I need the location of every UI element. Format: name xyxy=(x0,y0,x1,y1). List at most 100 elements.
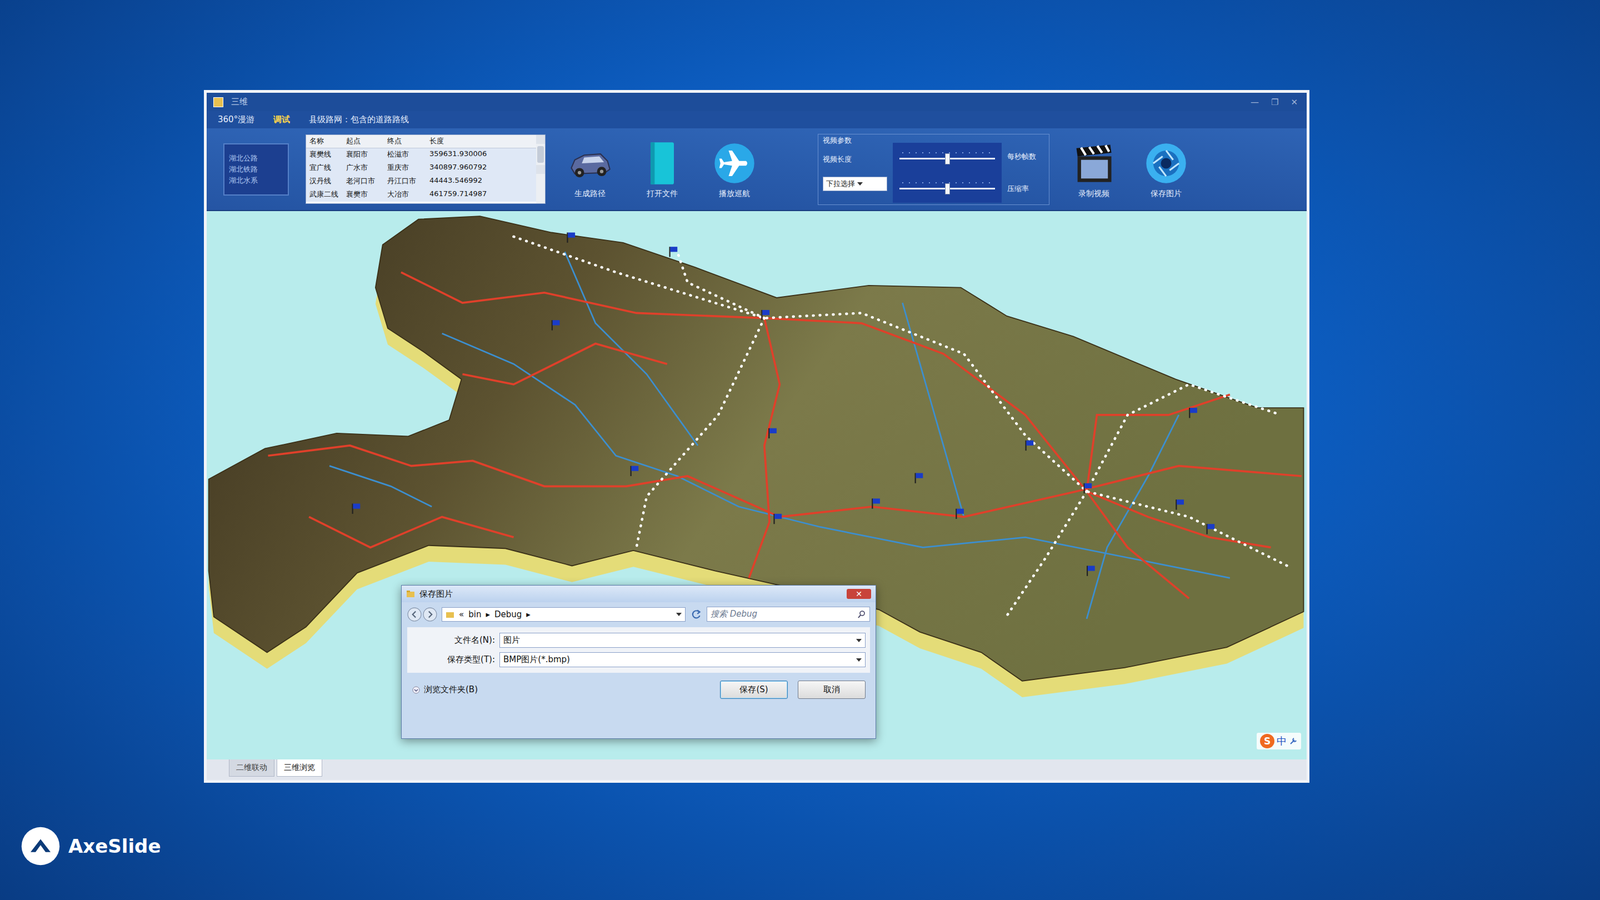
video-params-group: 视频参数 视频长度 下拉选择 每秒帧数压缩率 xyxy=(817,133,1050,205)
table-header[interactable]: 名称 xyxy=(306,135,343,149)
tool-button[interactable]: 保存图片 xyxy=(1138,140,1194,199)
layer-item[interactable]: 湖北公路 xyxy=(228,153,284,164)
slider-label: 每秒帧数 xyxy=(1007,151,1037,162)
scrollbar[interactable] xyxy=(536,135,545,204)
chevron-down-icon xyxy=(856,638,862,643)
window-title: 三维 xyxy=(231,96,248,108)
table-cell[interactable]: 汉丹线 xyxy=(306,175,343,189)
table-cell[interactable]: 松滋市 xyxy=(383,148,427,162)
window-control[interactable]: ✕ xyxy=(1288,97,1300,108)
table-cell[interactable]: 大冶市 xyxy=(383,188,427,202)
menu-item[interactable]: 调试 xyxy=(273,114,290,125)
map-flag-icon[interactable] xyxy=(551,320,560,330)
layer-item[interactable]: 湖北水系 xyxy=(228,175,284,186)
search-field[interactable]: 搜索 Debug xyxy=(706,606,870,622)
menu-item[interactable]: 县级路网：包含的道路路线 xyxy=(308,114,409,125)
map-flag-icon[interactable] xyxy=(669,246,678,257)
aperture-icon xyxy=(1142,140,1190,187)
tool-button[interactable]: 播放巡航 xyxy=(706,140,763,199)
group-title: 视频参数 xyxy=(822,135,852,146)
map-flag-icon[interactable] xyxy=(1025,440,1034,451)
map-flag-icon[interactable] xyxy=(352,503,361,514)
table-cell[interactable]: 广水市 xyxy=(342,161,384,175)
tool-button[interactable]: 录制视频 xyxy=(1066,140,1122,199)
table-cell[interactable]: 461759.714987 xyxy=(426,188,537,202)
dialog-title: 保存图片 xyxy=(419,588,453,600)
layer-list[interactable]: 湖北公路湖北铁路湖北水系 xyxy=(223,143,289,196)
map-flag-icon[interactable] xyxy=(1083,483,1092,494)
map-flag-icon[interactable] xyxy=(955,508,964,519)
map-flag-icon[interactable] xyxy=(1175,499,1184,510)
table-cell[interactable]: 襄阳市 xyxy=(342,148,384,162)
ime-indicator[interactable]: S 中 xyxy=(1256,732,1302,750)
folder-icon xyxy=(406,589,415,599)
tool-button[interactable]: 打开文件 xyxy=(634,140,690,199)
dialog-button[interactable]: 保存(S) xyxy=(720,680,788,699)
table-cell[interactable]: 359631.930006 xyxy=(426,148,537,162)
view-tab[interactable]: 三维浏览 xyxy=(276,759,323,777)
map-flag-icon[interactable] xyxy=(566,232,575,243)
map-flag-icon[interactable] xyxy=(1086,565,1095,576)
map-view[interactable]: 保存图片 ✕ «bin▸Debug▸ 搜索 Debug 文件名(N): 图片 保… xyxy=(206,211,1307,760)
table-cell[interactable]: 老河口市 xyxy=(342,175,384,189)
title-bar: 三维 — ❐ ✕ xyxy=(206,92,1307,112)
path-field[interactable]: «bin▸Debug▸ xyxy=(441,607,686,622)
view-tabs: 二维联动三维浏览 xyxy=(206,759,1307,780)
field-input[interactable]: 图片 xyxy=(499,632,866,648)
forward-icon[interactable] xyxy=(422,607,438,622)
table-cell[interactable]: 44443.546992 xyxy=(426,175,537,189)
window-control[interactable]: ❐ xyxy=(1268,97,1281,108)
table-cell[interactable]: 340897.960792 xyxy=(426,161,537,175)
map-flag-icon[interactable] xyxy=(1188,407,1198,418)
map-flag-icon[interactable] xyxy=(1206,523,1215,534)
dialog-button[interactable]: 取消 xyxy=(797,680,866,699)
airplane-icon xyxy=(711,140,758,187)
field-label: 保存类型(T): xyxy=(411,654,495,665)
chevron-down-icon xyxy=(857,182,863,186)
map-flag-icon[interactable] xyxy=(768,428,777,439)
view-tab[interactable]: 二维联动 xyxy=(228,759,275,777)
clapperboard-icon xyxy=(1070,140,1118,187)
map-flag-icon[interactable] xyxy=(773,513,782,524)
slider[interactable] xyxy=(899,179,995,197)
ribbon: 湖北公路湖北铁路湖北水系 名称起点终点长度 襄樊线襄阳市松滋市359631.93… xyxy=(206,128,1307,212)
back-icon[interactable] xyxy=(407,607,422,622)
chevron-down-icon xyxy=(856,658,862,662)
save-dialog: 保存图片 ✕ «bin▸Debug▸ 搜索 Debug 文件名(N): 图片 保… xyxy=(401,585,877,739)
axeslide-logo: AxeSlide xyxy=(20,826,1600,867)
menu-item[interactable]: 360°漫游 xyxy=(217,114,255,125)
refresh-icon[interactable] xyxy=(690,608,703,621)
search-icon xyxy=(857,610,867,619)
table-header[interactable]: 起点 xyxy=(342,135,384,149)
layer-item[interactable]: 湖北铁路 xyxy=(228,164,284,175)
map-flag-icon[interactable] xyxy=(871,498,880,509)
map-flag-icon[interactable] xyxy=(761,310,770,320)
table-cell[interactable]: 襄樊线 xyxy=(306,148,343,162)
table-cell[interactable]: 重庆市 xyxy=(383,161,427,175)
chevron-down-icon xyxy=(676,612,682,617)
route-table: 名称起点终点长度 襄樊线襄阳市松滋市359631.930006 宜广线广水市重庆市… xyxy=(305,134,546,204)
folder-icon xyxy=(445,610,455,619)
table-header[interactable]: 长度 xyxy=(426,135,537,149)
browse-folders-toggle[interactable]: 浏览文件夹(B) xyxy=(411,684,478,695)
slider-label: 压缩率 xyxy=(1007,183,1037,194)
field-input[interactable]: BMP图片(*.bmp) xyxy=(499,652,866,668)
slide: 三维 — ❐ ✕ 360°漫游 调试 县级路网：包含的道路路线 湖北公路湖北铁路湖北水系… xyxy=(0,0,1600,900)
table-cell[interactable]: 襄樊市 xyxy=(342,188,384,202)
map-flag-icon[interactable] xyxy=(915,472,924,483)
map-flag-icon[interactable] xyxy=(630,466,639,477)
table-cell[interactable]: 宜广线 xyxy=(306,161,343,175)
window-control[interactable]: — xyxy=(1248,97,1262,108)
close-button[interactable]: ✕ xyxy=(846,588,872,599)
table-cell[interactable]: 丹江口市 xyxy=(383,175,427,189)
book-icon xyxy=(638,140,686,187)
slider[interactable] xyxy=(899,149,995,167)
dialog-title-bar: 保存图片 ✕ xyxy=(401,585,876,603)
car-icon xyxy=(566,140,614,187)
tool-button[interactable]: 生成路径 xyxy=(562,140,618,199)
wrench-icon xyxy=(1288,736,1298,746)
table-header[interactable]: 终点 xyxy=(383,135,427,149)
table-cell[interactable]: 武康二线 xyxy=(306,188,343,202)
app-window: 三维 — ❐ ✕ 360°漫游 调试 县级路网：包含的道路路线 湖北公路湖北铁路湖北水系… xyxy=(203,90,1310,783)
dropdown[interactable]: 下拉选择 xyxy=(822,176,888,192)
